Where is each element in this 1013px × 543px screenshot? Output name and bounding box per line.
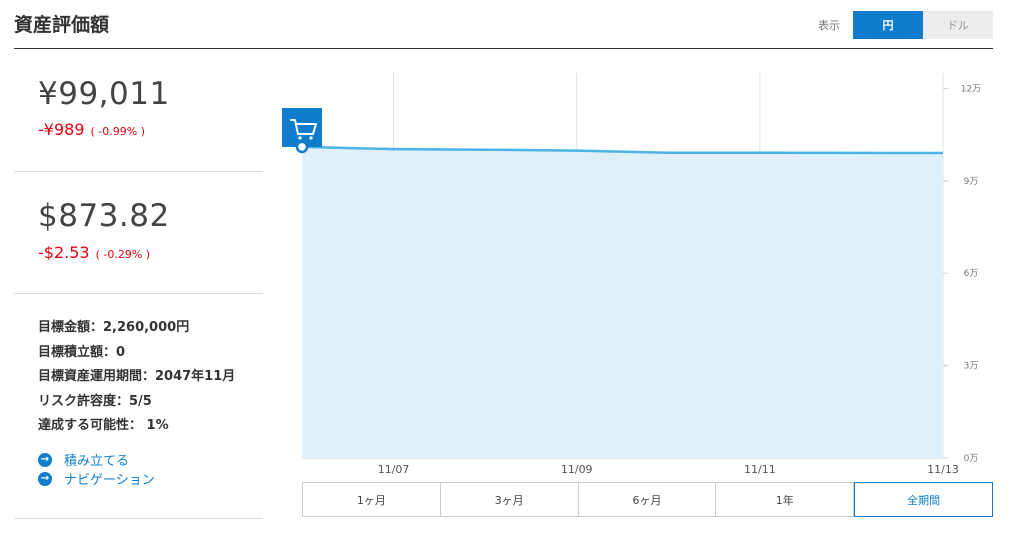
period-1-year-button[interactable]: 1年 <box>716 483 855 516</box>
period-selector: 1ヶ月 3ヶ月 6ヶ月 1年 全期間 <box>302 482 993 517</box>
period-1-month-button[interactable]: 1ヶ月 <box>303 483 441 516</box>
y-tick-label: 6万 <box>964 269 979 279</box>
x-tick-label: 11/11 <box>744 463 776 476</box>
y-tick-label: 12万 <box>961 84 981 94</box>
chart-start-marker[interactable] <box>282 108 322 154</box>
y-tick-label: 9万 <box>964 177 979 187</box>
x-axis-ticks: 11/07 11/09 11/11 11/13 <box>378 463 959 476</box>
asset-value-chart: 0万 3万 6万 9万 12万 11/07 11/09 11/11 11/13 <box>282 73 981 476</box>
x-tick-label: 11/13 <box>927 463 959 476</box>
chart-area-fill <box>302 146 943 458</box>
chart-start-point <box>295 140 309 154</box>
y-axis-ticks: 0万 3万 6万 9万 12万 <box>943 84 981 464</box>
x-tick-label: 11/09 <box>561 463 593 476</box>
period-3-months-button[interactable]: 3ヶ月 <box>441 483 579 516</box>
x-tick-label: 11/07 <box>378 463 410 476</box>
period-all-button[interactable]: 全期間 <box>854 482 993 517</box>
divider <box>14 518 263 519</box>
period-6-months-button[interactable]: 6ヶ月 <box>579 483 717 516</box>
y-tick-label: 0万 <box>964 454 979 464</box>
y-tick-label: 3万 <box>964 362 979 372</box>
